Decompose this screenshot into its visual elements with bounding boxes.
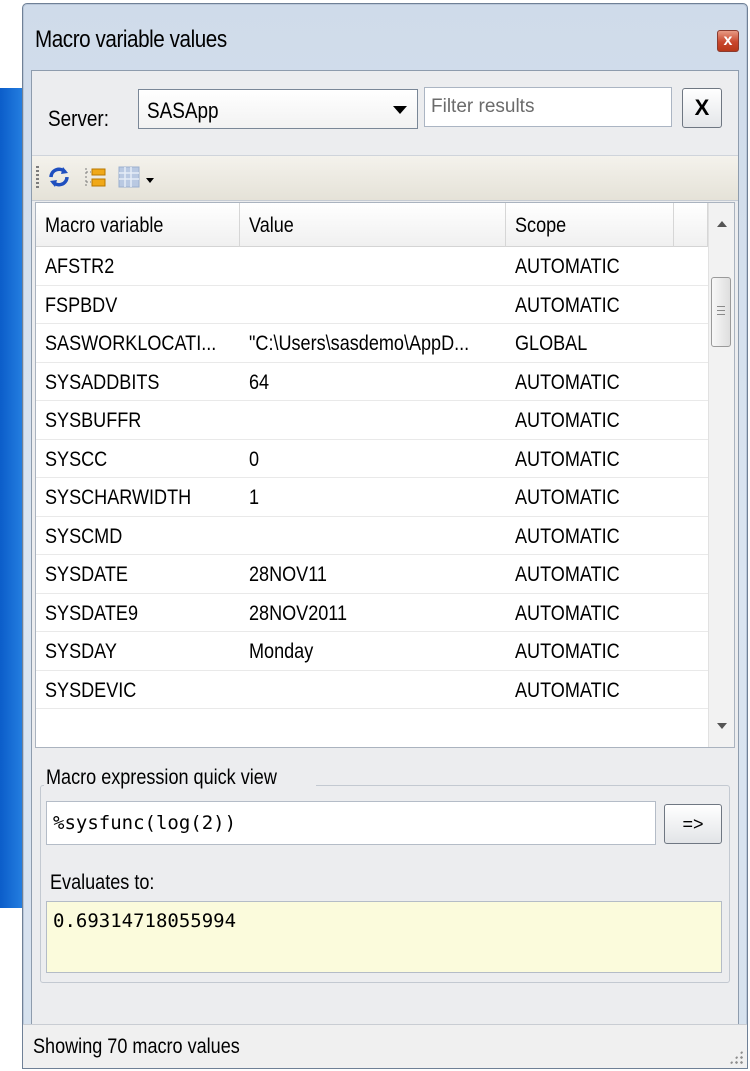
cell-value: Monday xyxy=(249,640,314,663)
cell-scope: AUTOMATIC xyxy=(515,293,620,317)
window-content: Server: SASApp X xyxy=(31,70,739,1028)
table-row[interactable]: SYSBUFFR AUTOMATIC xyxy=(36,401,708,440)
view-dropdown-icon[interactable] xyxy=(146,178,154,183)
table-row[interactable]: SYSCHARWIDTH 1 AUTOMATIC xyxy=(36,478,708,517)
cell-macro-variable: SYSDATE xyxy=(45,563,128,586)
evaluate-button[interactable]: => xyxy=(664,804,722,844)
table-row[interactable]: SYSDEVIC AUTOMATIC xyxy=(36,671,708,709)
column-header-value[interactable]: Value xyxy=(240,203,506,247)
clear-filter-label: X xyxy=(694,95,710,120)
table-row[interactable]: SYSCMD AUTOMATIC xyxy=(36,517,708,555)
cell-scope: AUTOMATIC xyxy=(515,563,620,586)
cell-macro-variable: SYSADDBITS xyxy=(45,370,160,394)
clear-filter-button[interactable]: X xyxy=(682,88,722,128)
scroll-up-icon[interactable] xyxy=(717,221,727,227)
status-bar: Showing 70 macro values xyxy=(23,1024,747,1068)
toolbar xyxy=(32,155,738,201)
cell-macro-variable: SYSBUFFR xyxy=(45,409,142,432)
cell-scope: AUTOMATIC xyxy=(515,486,620,509)
table-row[interactable]: SYSADDBITS 64 AUTOMATIC xyxy=(36,363,708,401)
evaluation-result: 0.69314718055994 xyxy=(46,901,722,973)
scroll-down-icon[interactable] xyxy=(717,723,727,729)
cell-scope: AUTOMATIC xyxy=(515,678,620,702)
table-header: Macro variable Value Scope xyxy=(36,203,708,247)
chevron-down-icon xyxy=(393,106,407,114)
cell-value xyxy=(240,671,506,709)
server-select-value: SASApp xyxy=(147,98,219,123)
table-row[interactable]: SYSDATE 28NOV11 AUTOMATIC xyxy=(36,555,708,594)
cell-value xyxy=(240,401,506,439)
column-header-scope[interactable]: Scope xyxy=(506,203,674,247)
quick-view-legend: Macro expression quick view xyxy=(44,764,317,792)
cell-macro-variable: FSPBDV xyxy=(45,293,118,317)
table-body: AFSTR2 AUTOMATIC FSPBDV AUTOMATIC SASWOR… xyxy=(36,247,708,709)
cell-scope: AUTOMATIC xyxy=(515,370,620,394)
cell-value: 64 xyxy=(249,370,270,394)
cell-value xyxy=(240,286,506,324)
cell-macro-variable: SYSCMD xyxy=(45,524,123,548)
vertical-scrollbar[interactable] xyxy=(708,203,734,747)
server-select[interactable]: SASApp xyxy=(138,89,418,129)
cell-scope: AUTOMATIC xyxy=(515,524,620,548)
cell-value: 28NOV11 xyxy=(249,563,327,586)
expression-input[interactable] xyxy=(46,801,656,845)
cell-macro-variable: SYSDATE9 xyxy=(45,601,139,625)
resize-grip-icon[interactable] xyxy=(729,1050,743,1064)
cell-value: "C:\Users\sasdemo\AppD... xyxy=(249,332,470,355)
server-label: Server: xyxy=(48,106,109,131)
cell-scope: AUTOMATIC xyxy=(515,447,620,471)
macro-variables-window: Macro variable values x Server: SASApp X xyxy=(22,3,748,1069)
cell-macro-variable: AFSTR2 xyxy=(45,255,115,278)
cell-value: 1 xyxy=(249,486,260,509)
column-header-macro-variable[interactable]: Macro variable xyxy=(36,203,240,247)
grip-icon xyxy=(717,306,725,318)
macro-variable-table: Macro variable Value Scope AFSTR2 AUTOMA… xyxy=(35,202,735,748)
screen: Macro variable values x Server: SASApp X xyxy=(0,0,750,1071)
cell-scope: AUTOMATIC xyxy=(515,601,620,625)
refresh-icon[interactable] xyxy=(46,164,72,190)
table-row[interactable]: FSPBDV AUTOMATIC xyxy=(36,286,708,324)
sort-icon[interactable] xyxy=(82,164,108,190)
cell-value: 28NOV2011 xyxy=(249,601,348,625)
title-bar[interactable]: Macro variable values x xyxy=(23,4,747,70)
cell-scope: AUTOMATIC xyxy=(515,640,620,663)
toolbar-grip[interactable] xyxy=(36,166,39,190)
filter-input[interactable] xyxy=(424,87,672,127)
table-row[interactable]: SYSDATE9 28NOV2011 AUTOMATIC xyxy=(36,594,708,632)
table-row[interactable]: SASWORKLOCATI... "C:\Users\sasdemo\AppD.… xyxy=(36,324,708,363)
table-row[interactable]: SYSDAY Monday AUTOMATIC xyxy=(36,632,708,671)
window-title: Macro variable values xyxy=(35,26,227,53)
scrollbar-thumb[interactable] xyxy=(711,277,731,347)
cell-scope: AUTOMATIC xyxy=(515,255,620,278)
status-text: Showing 70 macro values xyxy=(33,1035,240,1058)
cell-value xyxy=(240,247,506,285)
table-row[interactable]: AFSTR2 AUTOMATIC xyxy=(36,247,708,286)
cell-scope: GLOBAL xyxy=(515,332,588,355)
cell-value xyxy=(240,517,506,555)
evaluates-to-label: Evaluates to: xyxy=(50,871,155,894)
cell-value: 0 xyxy=(249,447,260,471)
cell-macro-variable: SYSCHARWIDTH xyxy=(45,486,192,509)
column-header-filler xyxy=(674,203,708,247)
cell-scope: AUTOMATIC xyxy=(515,409,620,432)
grid-view-icon[interactable] xyxy=(116,164,142,190)
close-icon: x xyxy=(723,32,733,49)
table-row[interactable]: SYSCC 0 AUTOMATIC xyxy=(36,440,708,478)
cell-macro-variable: SASWORKLOCATI... xyxy=(45,332,217,355)
cell-macro-variable: SYSDAY xyxy=(45,640,117,663)
cell-macro-variable: SYSCC xyxy=(45,447,108,471)
cell-macro-variable: SYSDEVIC xyxy=(45,678,137,702)
close-button[interactable]: x xyxy=(717,30,739,52)
